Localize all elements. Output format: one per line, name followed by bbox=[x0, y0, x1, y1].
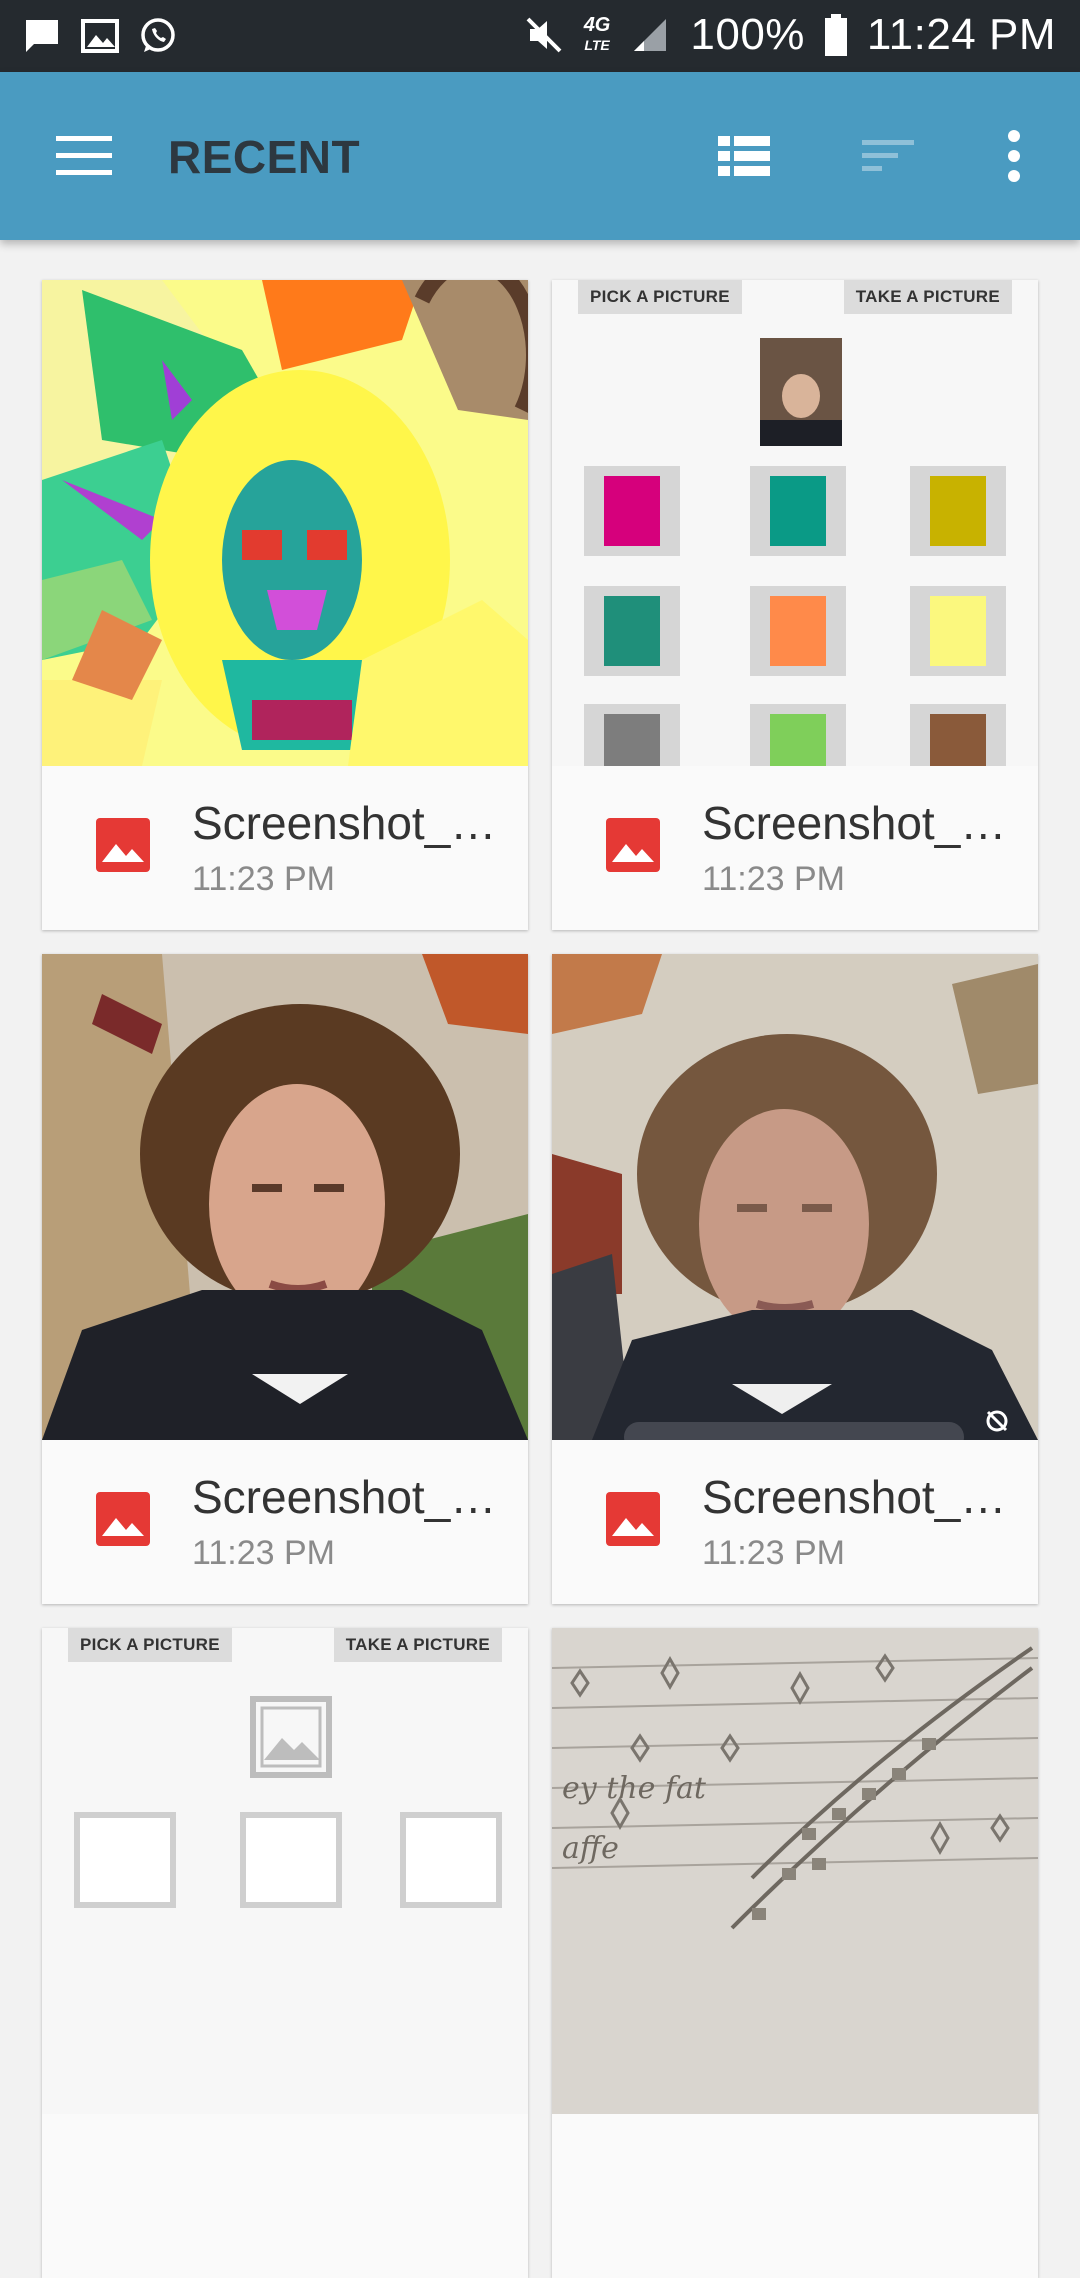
image-file-icon bbox=[606, 818, 660, 872]
menu-icon bbox=[56, 136, 112, 141]
file-time: 11:23 PM bbox=[702, 1534, 846, 1572]
svg-text:ey the fat: ey the fat bbox=[562, 1771, 707, 1806]
image-file-icon bbox=[606, 1492, 660, 1546]
file-thumbnail: PICK A PICTURE TAKE A PICTURE bbox=[42, 1628, 528, 2114]
battery-percent: 100% bbox=[690, 10, 805, 59]
file-card[interactable]: PICK A PICTURE TAKE A PICTURE bbox=[42, 1628, 528, 2278]
file-thumbnail bbox=[42, 954, 528, 1440]
take-picture-label: TAKE A PICTURE bbox=[843, 280, 1012, 314]
filter-thumbnail bbox=[750, 586, 846, 676]
image-placeholder-icon bbox=[250, 1696, 332, 1778]
file-name: Screenshot_… bbox=[702, 797, 1007, 849]
filter-thumbnail bbox=[584, 466, 680, 556]
mute-icon bbox=[522, 13, 566, 57]
filter-thumbnail bbox=[910, 466, 1006, 556]
file-card[interactable]: ey the fat affe bbox=[552, 1628, 1038, 2278]
file-time: 11:23 PM bbox=[192, 1534, 336, 1572]
empty-filter-slot bbox=[74, 1812, 176, 1908]
filter-thumbnail bbox=[910, 704, 1006, 766]
file-thumbnail bbox=[42, 280, 528, 766]
filter-thumbnail bbox=[584, 704, 680, 766]
file-info: Screenshot_… 11:23 PM bbox=[552, 766, 1038, 930]
svg-text:affe: affe bbox=[562, 1831, 619, 1866]
file-thumbnail bbox=[552, 954, 1038, 1440]
sort-icon bbox=[862, 140, 914, 171]
page-title: RECENT bbox=[168, 131, 361, 183]
overflow-menu-icon bbox=[1008, 130, 1020, 182]
file-time: 11:23 PM bbox=[702, 860, 846, 898]
menu-button[interactable] bbox=[56, 136, 112, 176]
list-view-icon bbox=[718, 136, 770, 176]
file-card[interactable]: PICK A PICTURE TAKE A PICTURE bbox=[552, 280, 1038, 930]
empty-filter-slot bbox=[240, 1812, 342, 1908]
list-view-button[interactable] bbox=[708, 124, 780, 188]
file-thumbnail: ey the fat affe bbox=[552, 1628, 1038, 2114]
message-icon bbox=[20, 14, 64, 58]
file-time: 11:23 PM bbox=[192, 860, 336, 898]
file-name: Screenshot_… bbox=[192, 797, 497, 849]
app-bar: RECENT bbox=[0, 72, 1080, 240]
more-options-button[interactable] bbox=[978, 124, 1050, 188]
pick-picture-label: PICK A PICTURE bbox=[68, 1628, 232, 1662]
file-card[interactable]: Screenshot_… 11:23 PM bbox=[42, 280, 528, 930]
filter-thumbnail bbox=[584, 586, 680, 676]
clock: 11:24 PM bbox=[866, 10, 1056, 59]
signal-icon bbox=[628, 13, 672, 57]
gallery-icon bbox=[78, 14, 122, 58]
file-name: Screenshot_… bbox=[702, 1471, 1007, 1523]
file-info: Screenshot_… 11:23 PM bbox=[552, 1440, 1038, 1604]
file-info: Screenshot_… 11:23 PM bbox=[42, 766, 528, 930]
selfie-preview bbox=[760, 338, 842, 446]
file-card[interactable]: Screenshot_… 11:23 PM bbox=[552, 954, 1038, 1604]
empty-filter-slot bbox=[400, 1812, 502, 1908]
filter-thumbnail bbox=[910, 586, 1006, 676]
rotate-icon bbox=[986, 1410, 1008, 1432]
pick-picture-label: PICK A PICTURE bbox=[578, 280, 742, 314]
take-picture-label: TAKE A PICTURE bbox=[333, 1628, 502, 1662]
battery-icon bbox=[823, 13, 849, 57]
image-file-icon bbox=[96, 818, 150, 872]
status-bar: 4G LTE 100% 11:24 PM bbox=[0, 0, 1080, 72]
whatsapp-icon bbox=[136, 14, 180, 58]
file-info: Screenshot_… 11:23 PM bbox=[42, 1440, 528, 1604]
image-file-icon bbox=[96, 1492, 150, 1546]
file-card[interactable]: Screenshot_… 11:23 PM bbox=[42, 954, 528, 1604]
file-name: Screenshot_… bbox=[192, 1471, 497, 1523]
sort-button[interactable] bbox=[852, 124, 924, 188]
network-type: 4G LTE bbox=[583, 14, 611, 53]
filter-thumbnail bbox=[750, 466, 846, 556]
filter-thumbnail bbox=[750, 704, 846, 766]
file-thumbnail: PICK A PICTURE TAKE A PICTURE bbox=[552, 280, 1038, 766]
